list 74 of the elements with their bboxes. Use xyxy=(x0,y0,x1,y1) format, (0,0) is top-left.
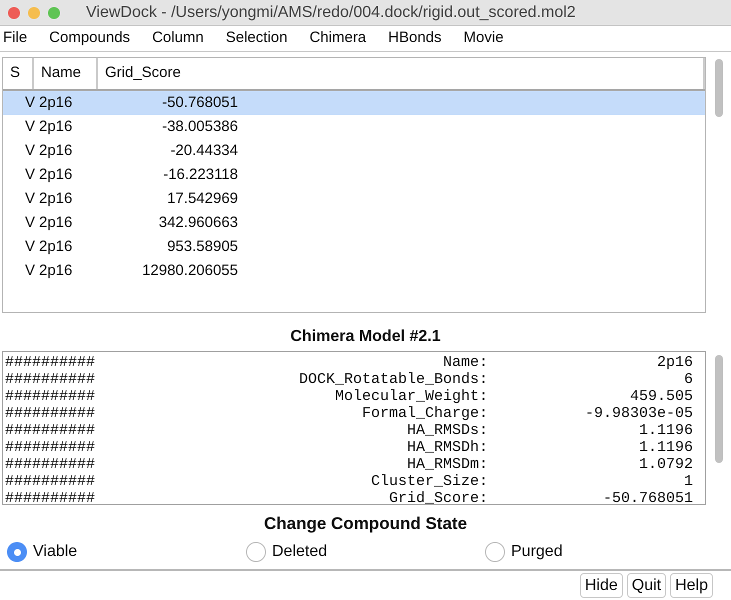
dialog-button[interactable]: Hide xyxy=(580,573,623,598)
table-cell-text: V xyxy=(24,236,36,257)
menu-item[interactable]: Column xyxy=(152,27,204,50)
table-cell-text: V xyxy=(24,260,36,281)
minimize-icon[interactable] xyxy=(28,6,40,18)
text-line-prefix: ########## xyxy=(5,388,96,405)
zoom-icon[interactable] xyxy=(48,6,60,18)
text-line-prefix: ########## xyxy=(5,371,96,388)
table-cell-text: 12980.206055 xyxy=(141,260,238,281)
table-row[interactable]: V 2p16 -50.768051 xyxy=(3,91,705,115)
table-cell-text: -50.768051 xyxy=(161,92,238,113)
radio-button[interactable] xyxy=(7,542,27,562)
menu-item[interactable]: HBonds xyxy=(388,27,442,50)
menu-item[interactable]: Chimera xyxy=(309,27,366,50)
table-cell-text: V xyxy=(24,164,36,185)
attribute-label: Formal_Charge: xyxy=(360,405,488,422)
attribute-value: 1 xyxy=(682,473,693,490)
table-cell-text: 2p16 xyxy=(38,188,74,209)
radio-option[interactable]: Deleted xyxy=(246,540,485,564)
attribute-label: HA_RMSDh: xyxy=(406,439,488,456)
attribute-label: Name: xyxy=(442,354,488,371)
attribute-label: Cluster_Size: xyxy=(370,473,488,490)
attribute-value: -9.98303e-05 xyxy=(584,405,693,422)
radio-option[interactable]: Purged xyxy=(485,540,724,564)
attribute-label: DOCK_Rotatable_Bonds: xyxy=(298,371,488,388)
attribute-value: -50.768051 xyxy=(602,490,693,504)
attribute-value: 1.1196 xyxy=(638,422,693,439)
radio-button[interactable] xyxy=(246,542,266,562)
dialog-button[interactable]: Quit xyxy=(626,573,666,598)
text-line-prefix: ########## xyxy=(5,354,96,371)
table-cell-text: V xyxy=(24,140,36,161)
table-cell-text: 342.960663 xyxy=(158,212,238,233)
text-line-prefix: ########## xyxy=(5,490,96,504)
table-cell-text: 17.542969 xyxy=(166,188,238,209)
dialog-button[interactable]: Help xyxy=(670,573,713,598)
menu-item[interactable]: Compounds xyxy=(49,27,130,50)
attribute-value: 1.1196 xyxy=(638,439,693,456)
attribute-label: Grid_Score: xyxy=(388,490,488,504)
table-cell-text: 2p16 xyxy=(38,116,74,137)
attribute-label: Molecular_Weight: xyxy=(334,388,488,405)
text-line-prefix: ########## xyxy=(5,439,96,456)
table-cell-text: V xyxy=(24,116,36,137)
table-cell-text: V xyxy=(24,188,36,209)
table-cell-text: 953.58905 xyxy=(166,236,238,257)
close-icon[interactable] xyxy=(8,6,20,18)
menu-item[interactable]: File xyxy=(3,27,28,50)
table-cell-text: V xyxy=(24,212,36,233)
text-line-prefix: ########## xyxy=(5,456,96,473)
attribute-value: 1.0792 xyxy=(638,456,693,473)
attribute-label: HA_RMSDs: xyxy=(406,422,488,439)
table-cell-text: -20.44334 xyxy=(169,140,238,161)
attribute-value: 6 xyxy=(682,371,693,388)
table-cell-text: 2p16 xyxy=(38,92,74,113)
attribute-value: 2p16 xyxy=(656,354,693,371)
attribute-label: HA_RMSDm: xyxy=(406,456,488,473)
radio-button[interactable] xyxy=(485,542,505,562)
attribute-value: 459.505 xyxy=(628,388,693,405)
table-cell-text: -16.223118 xyxy=(162,164,238,185)
table-cell-text: 2p16 xyxy=(38,164,74,185)
panel-title: Change Compound State xyxy=(262,513,468,535)
text-line-prefix: ########## xyxy=(5,405,96,422)
panel-title: Chimera Model #2.1 xyxy=(289,327,442,347)
table-cell-text: 2p16 xyxy=(38,260,74,281)
text-line-prefix: ########## xyxy=(5,473,96,490)
menu-item[interactable]: Movie xyxy=(464,27,504,50)
table-cell-text: V xyxy=(24,92,36,113)
window-title: ViewDock - /Users/yongmi/AMS/redo/004.dock/rigid.out_scored.mol2 xyxy=(86,2,576,22)
radio-option[interactable]: Viable xyxy=(7,540,246,564)
table-cell-text: 2p16 xyxy=(38,236,74,257)
text-line-prefix: ########## xyxy=(5,422,96,439)
menu-item[interactable]: Selection xyxy=(226,27,288,50)
table-cell-text: -38.005386 xyxy=(161,116,238,137)
table-cell-text: 2p16 xyxy=(38,140,74,161)
table-cell-text: 2p16 xyxy=(38,212,74,233)
